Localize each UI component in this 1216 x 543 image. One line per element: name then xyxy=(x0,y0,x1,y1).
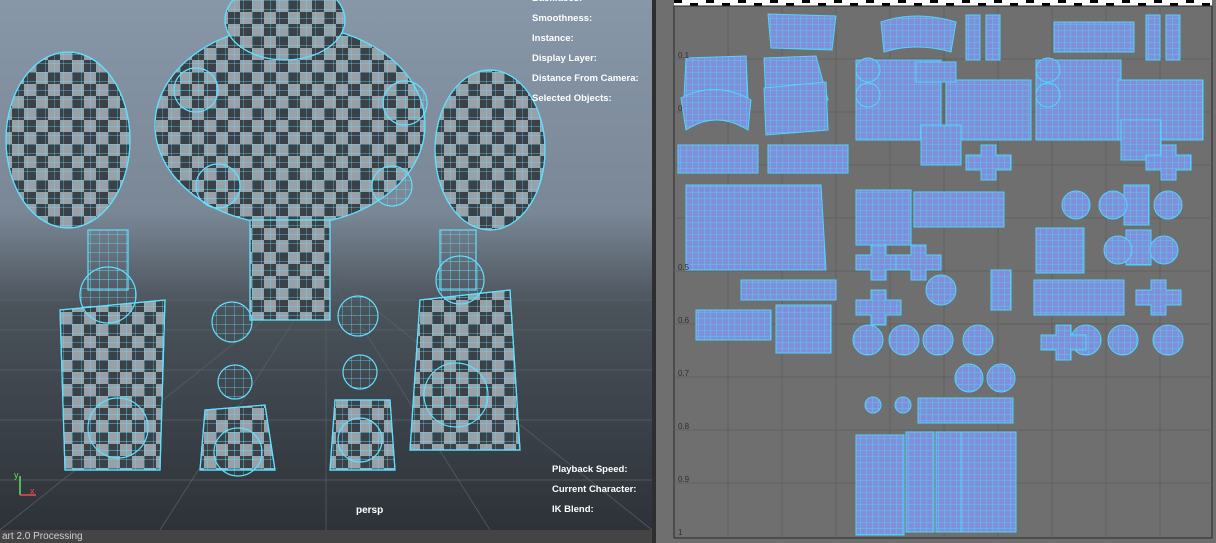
hud-bottom: Playback Speed: Current Character: IK Bl… xyxy=(552,460,636,520)
hud-instance: Instance: xyxy=(532,33,574,44)
hud-distance: Distance From Camera: xyxy=(532,73,639,84)
v-tick: 0.8 xyxy=(678,422,690,431)
uv-layout xyxy=(673,0,1213,539)
hud-selected: Selected Objects: xyxy=(532,93,612,104)
hud-top: Backfaces: Smoothness: Instance: Display… xyxy=(532,0,639,109)
status-bar: art 2.0 Processing xyxy=(0,530,654,543)
v-tick: 0.6 xyxy=(678,316,690,325)
hud-smoothness: Smoothness: xyxy=(532,13,593,24)
hud-ik-blend: IK Blend: xyxy=(552,504,594,515)
hud-current-character: Current Character: xyxy=(552,484,637,495)
hud-backfaces: Backfaces: xyxy=(532,0,639,9)
perspective-viewport[interactable]: Backfaces: Smoothness: Instance: Display… xyxy=(0,0,652,530)
v-tick: 0 xyxy=(678,104,683,113)
uv-texture-editor[interactable]: 0.1 0 0.5 0.6 0.7 0.8 0.9 1 xyxy=(656,0,1216,543)
axis-y-label: y xyxy=(14,470,19,480)
camera-label: persp xyxy=(356,505,384,516)
hud-playback-speed: Playback Speed: xyxy=(552,464,628,475)
hud-display-layer: Display Layer: xyxy=(532,53,597,64)
v-tick: 0.5 xyxy=(678,263,690,272)
v-tick: 0.9 xyxy=(678,475,690,484)
v-tick: 0.7 xyxy=(678,369,690,378)
axis-x-label: x xyxy=(30,486,35,496)
v-tick: 1 xyxy=(678,528,683,537)
v-tick: 0.1 xyxy=(678,51,690,60)
